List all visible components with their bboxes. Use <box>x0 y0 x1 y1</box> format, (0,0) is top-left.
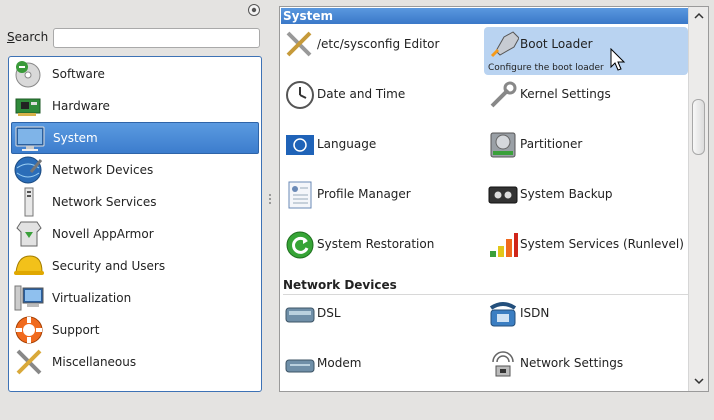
kernel-settings-icon <box>490 81 517 108</box>
group-header-system: System <box>281 8 688 24</box>
module-modem[interactable]: Modem <box>281 346 485 391</box>
scrollbar-thumb[interactable] <box>692 99 705 155</box>
software-icon <box>15 61 41 88</box>
module-description: Configure the boot loader <box>488 63 604 73</box>
boot-loader-icon <box>490 31 519 58</box>
module-label: Profile Manager <box>317 187 411 201</box>
network-settings-icon <box>492 351 514 377</box>
isdn-icon <box>489 302 517 327</box>
module-label: System Services (Runlevel) <box>520 237 684 251</box>
hardware-icon <box>15 98 41 116</box>
search-label: Search <box>7 30 49 44</box>
category-network-devices[interactable]: Network Devices <box>11 154 259 186</box>
module-partitioner[interactable]: Partitioner <box>484 127 688 175</box>
apparmor-icon <box>16 221 42 247</box>
network-devices-icon <box>14 156 43 184</box>
system-backup-icon <box>488 186 518 204</box>
module-label: System Backup <box>520 187 613 201</box>
module-language[interactable]: Language <box>281 127 485 175</box>
category-label: Support <box>52 323 100 337</box>
module-label: Partitioner <box>520 137 583 151</box>
config-menu-icon[interactable] <box>247 3 261 17</box>
module-system-restoration[interactable]: System Restoration <box>281 227 485 275</box>
category-system[interactable]: System <box>11 122 259 154</box>
module-sysconfig-editor[interactable]: /etc/sysconfig Editor <box>281 27 485 75</box>
dsl-icon <box>285 307 315 323</box>
category-label: Network Services <box>52 195 157 209</box>
virtualization-icon <box>14 285 44 311</box>
category-virtualization[interactable]: Virtualization <box>11 282 259 314</box>
category-label: System <box>53 131 98 145</box>
modem-icon <box>285 359 315 373</box>
scroll-down-arrow-icon[interactable] <box>693 375 705 387</box>
module-label: Boot Loader <box>520 37 593 51</box>
category-software[interactable]: Software <box>11 58 259 90</box>
category-network-services[interactable]: Network Services <box>11 186 259 218</box>
module-label: /etc/sysconfig Editor <box>317 37 440 51</box>
security-icon <box>14 255 44 275</box>
search-input[interactable] <box>53 28 260 48</box>
module-scrollbar[interactable] <box>688 7 708 391</box>
module-network-settings[interactable]: Network Settings <box>484 346 688 391</box>
module-system-services[interactable]: System Services (Runlevel) <box>484 227 688 275</box>
clock-icon <box>286 81 314 109</box>
category-support[interactable]: Support <box>11 314 259 346</box>
partitioner-icon <box>490 132 516 158</box>
category-novell-apparmor[interactable]: Novell AppArmor <box>11 218 259 250</box>
module-boot-loader[interactable]: Boot Loader Configure the boot loader <box>484 27 688 75</box>
category-label: Network Devices <box>52 163 154 177</box>
category-label: Virtualization <box>52 291 132 305</box>
category-hardware[interactable]: Hardware <box>11 90 259 122</box>
module-pane: System /etc/sysconfig Editor Boot Loader… <box>279 6 709 392</box>
category-label: Novell AppArmor <box>52 227 154 241</box>
module-label: Language <box>317 137 377 151</box>
module-profile-manager[interactable]: Profile Manager <box>281 177 485 225</box>
module-label: Modem <box>317 356 362 370</box>
system-services-icon <box>490 233 518 257</box>
scroll-up-arrow-icon[interactable] <box>693 10 705 22</box>
system-icon <box>15 126 45 151</box>
support-icon <box>15 316 43 344</box>
mouse-pointer-icon <box>610 48 626 71</box>
module-label: ISDN <box>520 306 550 320</box>
category-label: Software <box>52 67 105 81</box>
category-miscellaneous[interactable]: Miscellaneous <box>11 346 259 378</box>
profile-manager-icon <box>288 181 312 209</box>
module-dsl[interactable]: DSL <box>281 296 485 344</box>
module-isdn[interactable]: ISDN <box>484 296 688 344</box>
module-label: Kernel Settings <box>520 87 611 101</box>
network-services-icon <box>24 187 34 217</box>
module-label: System Restoration <box>317 237 435 251</box>
module-date-and-time[interactable]: Date and Time <box>281 77 485 125</box>
category-label: Security and Users <box>52 259 166 273</box>
category-pane: Search Software Hardware System Network … <box>0 0 270 420</box>
module-label: Date and Time <box>317 87 406 101</box>
category-list: Software Hardware System Network Devices <box>8 56 262 392</box>
sysconfig-editor-icon <box>286 31 312 57</box>
module-system-backup[interactable]: System Backup <box>484 177 688 225</box>
miscellaneous-icon <box>16 349 42 375</box>
group-divider <box>283 294 688 295</box>
category-security-and-users[interactable]: Security and Users <box>11 250 259 282</box>
pane-splitter-handle[interactable] <box>269 194 272 204</box>
category-label: Miscellaneous <box>52 355 137 369</box>
group-header-network-devices: Network Devices <box>283 278 397 292</box>
system-restoration-icon <box>286 231 314 259</box>
language-icon <box>286 135 314 155</box>
module-kernel-settings[interactable]: Kernel Settings <box>484 77 688 125</box>
category-label: Hardware <box>52 99 110 113</box>
module-label: Network Settings <box>520 356 624 370</box>
module-label: DSL <box>317 306 341 320</box>
